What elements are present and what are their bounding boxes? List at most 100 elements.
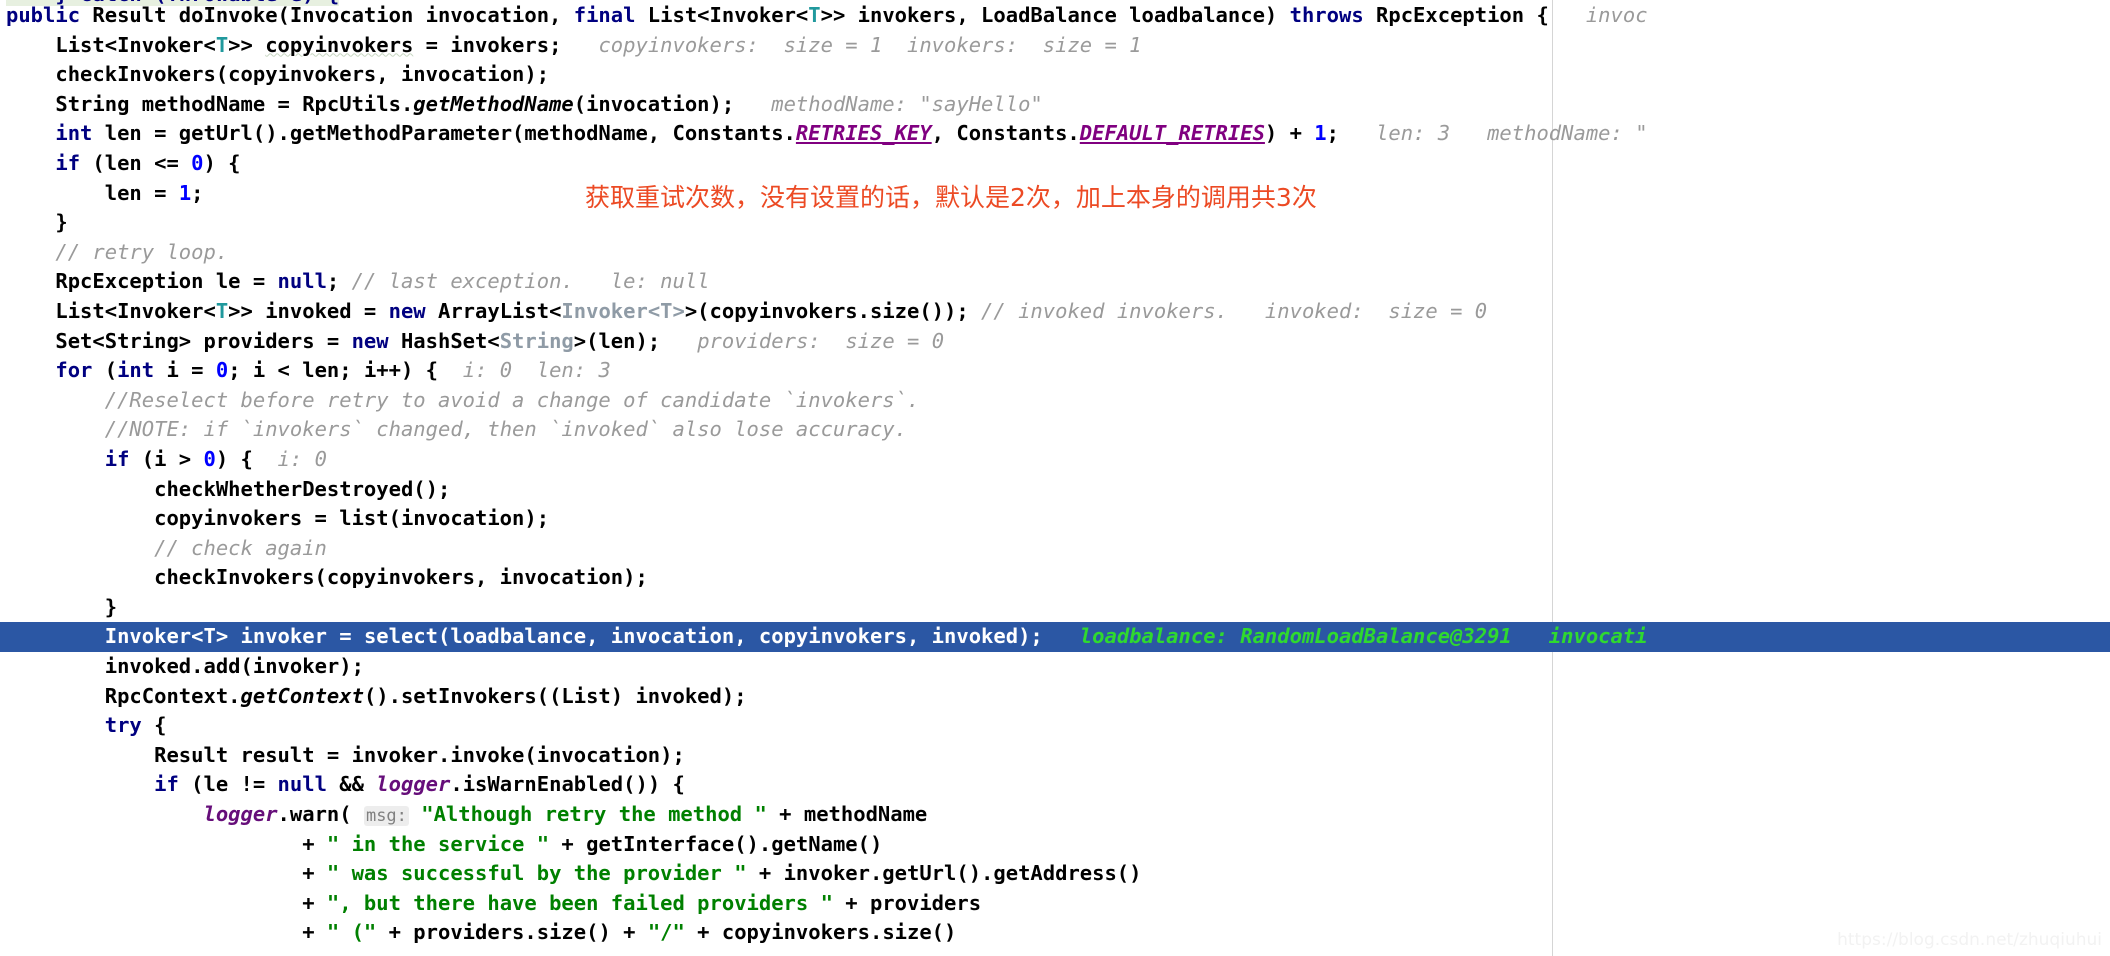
code-token-plain: Result doInvoke(Invocation invocation,	[80, 3, 574, 27]
code-token-stat: RETRIES_KEY	[795, 121, 932, 146]
code-token-plain: (invocation);	[573, 91, 735, 116]
code-line[interactable]: String methodName = RpcUtils.getMethodNa…	[0, 90, 2110, 120]
code-token-plain: List<Invoker<	[55, 298, 216, 323]
code-token-plain: (	[92, 358, 118, 383]
code-token-plain: = invokers;	[413, 32, 562, 57]
code-token-plain: + copyinvokers.size()	[684, 920, 957, 945]
code-token-stat: DEFAULT_RETRIES	[1079, 121, 1265, 146]
code-token-str: "Although retry the method "	[421, 802, 767, 827]
code-line[interactable]: + " (" + providers.size() + "/" + copyin…	[0, 918, 2110, 948]
code-token-dbg: len: 3 methodName: "	[1338, 121, 1648, 146]
code-token-plain: RpcException le =	[55, 269, 278, 294]
code-line[interactable]: checkInvokers(copyinvokers, invocation);	[0, 563, 2110, 593]
code-line[interactable]: // retry loop.	[0, 238, 2110, 268]
code-line[interactable]: }	[0, 593, 2110, 623]
code-token-plain: ;	[326, 269, 340, 294]
code-token-mth: getContext	[240, 683, 364, 708]
code-line[interactable]: Result result = invoker.invoke(invocatio…	[0, 741, 2110, 771]
code-line[interactable]: + " in the service " + getInterface().ge…	[0, 830, 2110, 860]
code-line[interactable]: if (le != null && logger.isWarnEnabled()…	[0, 770, 2110, 800]
code-token-plain: ;	[1326, 121, 1339, 146]
code-line[interactable]: + ", but there have been failed provider…	[0, 889, 2110, 919]
code-token-dbg: le: null	[573, 269, 710, 294]
code-token-plain: , Constants.	[931, 121, 1080, 146]
code-token-num: 0	[191, 150, 204, 175]
code-line[interactable]: if (i > 0) { i: 0	[0, 445, 2110, 475]
code-line[interactable]: try {	[0, 711, 2110, 741]
code-token-kw: null	[277, 269, 327, 294]
code-line[interactable]: RpcContext.getContext().setInvokers((Lis…	[0, 682, 2110, 712]
code-token-plain: copyinvokers = list(invocation);	[154, 506, 550, 531]
watermark: https://blog.csdn.net/zhuqiuhui	[1837, 930, 2102, 950]
code-token-kw: null	[277, 772, 327, 797]
code-line[interactable]: List<Invoker<T>> copyinvokers = invokers…	[0, 31, 2110, 61]
code-token-plain: Result result = invoker.invoke(invocatio…	[154, 742, 685, 767]
code-token-fld: logger	[376, 772, 451, 797]
code-token-dbg: invoked: size = 0	[1227, 298, 1488, 323]
code-line[interactable]: // check again	[0, 534, 2110, 564]
code-token-num: 1	[178, 180, 192, 205]
code-token-plain: +	[302, 831, 327, 856]
code-token-plain: ) +	[1264, 121, 1315, 146]
code-token-plain: len =	[104, 180, 179, 205]
code-token-plain: checkInvokers(copyinvokers, invocation);	[154, 565, 648, 590]
code-token-typ: T	[215, 298, 229, 323]
code-line[interactable]: logger.warn( msg: "Although retry the me…	[0, 800, 2110, 830]
code-line[interactable]: public Result doInvoke(Invocation invoca…	[0, 1, 2110, 31]
code-token-str: " was successful by the provider "	[326, 861, 747, 886]
code-token-plain: ) {	[215, 446, 253, 471]
code-line-selected[interactable]: Invoker<T> invoker = select(loadbalance,…	[0, 622, 2110, 653]
code-line[interactable]: List<Invoker<T>> invoked = new ArrayList…	[0, 297, 2110, 327]
code-line[interactable]: if (len <= 0) {	[0, 149, 2110, 179]
code-line-list[interactable]: public Result doInvoke(Invocation invoca…	[0, 1, 2110, 948]
code-line[interactable]: RpcException le = null; // last exceptio…	[0, 267, 2110, 297]
code-line[interactable]: invoked.add(invoker);	[0, 652, 2110, 682]
code-token-plain: }	[104, 594, 118, 619]
code-line[interactable]: checkWhetherDestroyed();	[0, 475, 2110, 505]
code-token-kw: public	[6, 3, 81, 27]
code-token-num: 0	[215, 358, 229, 383]
code-token-plain: +	[302, 890, 327, 915]
code-token-kw: new	[351, 328, 389, 353]
code-token-plain: + methodName	[766, 802, 928, 827]
code-line[interactable]: copyinvokers = list(invocation);	[0, 504, 2110, 534]
code-token-plain: >> invoked =	[228, 298, 389, 323]
code-token-num: 1	[1314, 121, 1327, 146]
code-line[interactable]: //NOTE: if `invokers` changed, then `inv…	[0, 415, 2110, 445]
code-token-plain: List<Invoker<	[635, 3, 809, 27]
code-token-fld: logger	[203, 802, 278, 827]
code-token-kw: new	[388, 298, 426, 323]
code-line[interactable]: Set<String> providers = new HashSet<Stri…	[0, 327, 2110, 357]
code-token-plain: (len <=	[80, 150, 192, 175]
code-line[interactable]: + " was successful by the provider " + i…	[0, 859, 2110, 889]
code-line[interactable]: for (int i = 0; i < len; i++) { i: 0 len…	[0, 356, 2110, 386]
code-token-typg: Invoker<T>	[561, 298, 685, 323]
code-token-dbg: invoc	[1548, 3, 1648, 27]
code-token-plain: Invoker<	[104, 624, 204, 649]
code-token-kw: if	[104, 446, 130, 471]
code-token-plain: ; i < len; i++) {	[228, 358, 439, 383]
code-token-plain: ) {	[203, 150, 241, 175]
code-line[interactable]: //Reselect before retry to avoid a chang…	[0, 386, 2110, 416]
code-line[interactable]: int len = getUrl().getMethodParameter(me…	[0, 119, 2110, 149]
code-token-typ: T	[215, 32, 229, 57]
code-token-dbg: i: 0 len: 3	[438, 358, 611, 383]
code-line[interactable]: checkInvokers(copyinvokers, invocation);	[0, 60, 2110, 90]
code-editor[interactable]: } catch (Throwable e) { public Result do…	[0, 0, 2110, 956]
